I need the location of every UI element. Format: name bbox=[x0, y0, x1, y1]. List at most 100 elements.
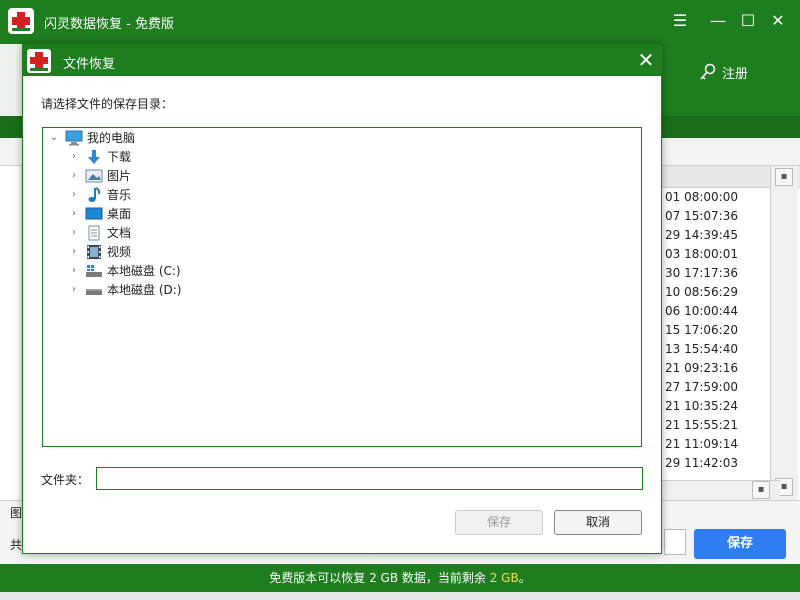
expand-icon[interactable]: › bbox=[67, 208, 81, 219]
folder-label: 文件夹： bbox=[41, 473, 90, 487]
status-bar: 免费版本可以恢复 2 GB 数据，当前剩余 2 GB。 bbox=[0, 564, 800, 592]
videos-icon bbox=[85, 244, 103, 260]
expand-icon[interactable]: › bbox=[67, 170, 81, 181]
tree-item-label: 图片 bbox=[107, 169, 132, 183]
tree-item-label: 视频 bbox=[107, 245, 132, 259]
row-time: 29 14:39:45 bbox=[665, 228, 738, 242]
time-list-row[interactable]: 06 10:00:442 bbox=[665, 304, 783, 323]
time-list-row[interactable]: 03 18:00:012 bbox=[665, 247, 783, 266]
download-icon bbox=[85, 149, 103, 165]
time-list-row[interactable]: 13 15:54:402 bbox=[665, 342, 783, 361]
file-recovery-dialog: 文件恢复 ✕ 请选择文件的保存目录： ⌄ 我的电脑 › 下载 › 图片 › 音乐… bbox=[22, 44, 662, 554]
time-list-row[interactable]: 29 11:42:032 bbox=[665, 456, 783, 475]
music-icon bbox=[85, 186, 103, 203]
time-list-row[interactable]: 21 10:35:242 bbox=[665, 399, 783, 418]
close-icon[interactable]: ✕ bbox=[766, 10, 790, 32]
row-time: 29 11:42:03 bbox=[665, 456, 738, 470]
tree-item-label: 本地磁盘 (C:) bbox=[107, 264, 181, 278]
row-time: 15 17:06:20 bbox=[665, 323, 738, 337]
row-time: 21 11:09:14 bbox=[665, 437, 738, 451]
key-icon bbox=[700, 63, 716, 80]
row-time: 21 15:55:21 bbox=[665, 418, 738, 432]
time-list-row[interactable]: 30 17:17:362 bbox=[665, 266, 783, 285]
tree-item-desktop[interactable]: › 桌面 bbox=[67, 204, 131, 223]
computer-icon bbox=[65, 130, 83, 146]
maximize-icon[interactable]: ☐ bbox=[736, 10, 760, 32]
row-time: 21 10:35:24 bbox=[665, 399, 738, 413]
row-time: 27 17:59:00 bbox=[665, 380, 738, 394]
path-field[interactable] bbox=[664, 529, 686, 555]
time-list-row[interactable]: 10 08:56:292 bbox=[665, 285, 783, 304]
tree-item-my-computer[interactable]: ⌄ 我的电脑 bbox=[47, 128, 135, 147]
time-list-row[interactable]: 07 15:07:362 bbox=[665, 209, 783, 228]
tree-item-label: 下载 bbox=[107, 150, 132, 164]
tree-item-label: 桌面 bbox=[107, 207, 132, 221]
expand-icon[interactable]: › bbox=[67, 227, 81, 238]
dialog-cancel-button[interactable]: 取消 bbox=[554, 510, 642, 535]
row-time: 30 17:17:36 bbox=[665, 266, 738, 280]
left-panel-edge bbox=[0, 166, 22, 500]
status-remaining: 2 GB bbox=[489, 571, 519, 585]
bottom-count-label: 共 bbox=[10, 538, 23, 552]
minimize-icon[interactable]: — bbox=[706, 10, 730, 32]
tree-item-label: 我的电脑 bbox=[87, 131, 136, 145]
save-directory-prompt: 请选择文件的保存目录： bbox=[41, 97, 174, 111]
dialog-titlebar: 文件恢复 ✕ bbox=[23, 45, 661, 76]
row-time: 10 08:56:29 bbox=[665, 285, 738, 299]
collapse-icon[interactable]: ⌄ bbox=[47, 132, 61, 143]
app-title: 闪灵数据恢复 - 免费版 bbox=[44, 17, 174, 32]
vertical-scrollbar[interactable]: ▪ ▪ bbox=[770, 166, 798, 500]
expand-icon[interactable]: › bbox=[67, 189, 81, 200]
bottom-left-label: 图 bbox=[10, 506, 23, 520]
time-list-row[interactable]: 29 14:39:452 bbox=[665, 228, 783, 247]
drive-d-icon bbox=[85, 282, 103, 298]
time-list-row[interactable]: 21 11:09:142 bbox=[665, 437, 783, 456]
dialog-close-icon[interactable]: ✕ bbox=[635, 49, 657, 71]
tree-item-downloads[interactable]: › 下载 bbox=[67, 147, 131, 166]
app-titlebar: 闪灵数据恢复 - 免费版 ☰ — ☐ ✕ bbox=[0, 0, 800, 44]
time-list-row[interactable]: 27 17:59:002 bbox=[665, 380, 783, 399]
desktop-icon bbox=[85, 206, 103, 222]
menu-icon[interactable]: ☰ bbox=[668, 10, 692, 32]
row-time: 01 08:00:00 bbox=[665, 190, 738, 204]
drive-c-icon bbox=[85, 263, 103, 279]
expand-icon[interactable]: › bbox=[67, 265, 81, 276]
tree-item-documents[interactable]: › 文档 bbox=[67, 223, 131, 242]
tree-item-label: 本地磁盘 (D:) bbox=[107, 283, 182, 297]
tree-item-label: 文档 bbox=[107, 226, 132, 240]
row-time: 07 15:07:36 bbox=[665, 209, 738, 223]
main-save-button[interactable]: 保存 bbox=[694, 529, 786, 559]
tree-item-drive-d[interactable]: › 本地磁盘 (D:) bbox=[67, 280, 181, 299]
tree-item-music[interactable]: › 音乐 bbox=[67, 185, 131, 204]
register-button[interactable]: 注册 bbox=[698, 62, 748, 82]
row-time: 06 10:00:44 bbox=[665, 304, 738, 318]
directory-tree[interactable]: ⌄ 我的电脑 › 下载 › 图片 › 音乐 › 桌面 › 文档 › 视频 › 本… bbox=[42, 127, 642, 447]
bottom-strip bbox=[0, 592, 800, 600]
expand-icon[interactable]: › bbox=[67, 246, 81, 257]
dialog-title: 文件恢复 bbox=[63, 57, 116, 72]
scroll-right-icon[interactable]: ▪ bbox=[752, 481, 770, 499]
status-text: 免费版本可以恢复 2 GB 数据，当前剩余 bbox=[269, 571, 490, 585]
folder-input[interactable] bbox=[96, 467, 643, 490]
dialog-logo bbox=[27, 49, 51, 73]
scroll-up-icon[interactable]: ▪ bbox=[775, 168, 793, 186]
row-time: 21 09:23:16 bbox=[665, 361, 738, 375]
dialog-save-button[interactable]: 保存 bbox=[455, 510, 543, 535]
pictures-icon bbox=[85, 168, 103, 184]
tree-item-videos[interactable]: › 视频 bbox=[67, 242, 131, 261]
horizontal-scrollbar[interactable]: ▪ bbox=[660, 480, 780, 500]
row-time: 13 15:54:40 bbox=[665, 342, 738, 356]
row-time: 03 18:00:01 bbox=[665, 247, 738, 261]
expand-icon[interactable]: › bbox=[67, 151, 81, 162]
tree-item-label: 音乐 bbox=[107, 188, 132, 202]
time-list-row[interactable]: 01 08:00:00 bbox=[665, 190, 738, 209]
time-list-row[interactable]: 15 17:06:202 bbox=[665, 323, 783, 342]
tree-item-drive-c[interactable]: › 本地磁盘 (C:) bbox=[67, 261, 181, 280]
time-list-row[interactable]: 21 15:55:212 bbox=[665, 418, 783, 437]
app-logo bbox=[8, 8, 34, 34]
status-suffix: 。 bbox=[518, 571, 531, 585]
documents-icon bbox=[85, 225, 103, 241]
time-list-row[interactable]: 21 09:23:162 bbox=[665, 361, 783, 380]
expand-icon[interactable]: › bbox=[67, 284, 81, 295]
tree-item-pictures[interactable]: › 图片 bbox=[67, 166, 131, 185]
